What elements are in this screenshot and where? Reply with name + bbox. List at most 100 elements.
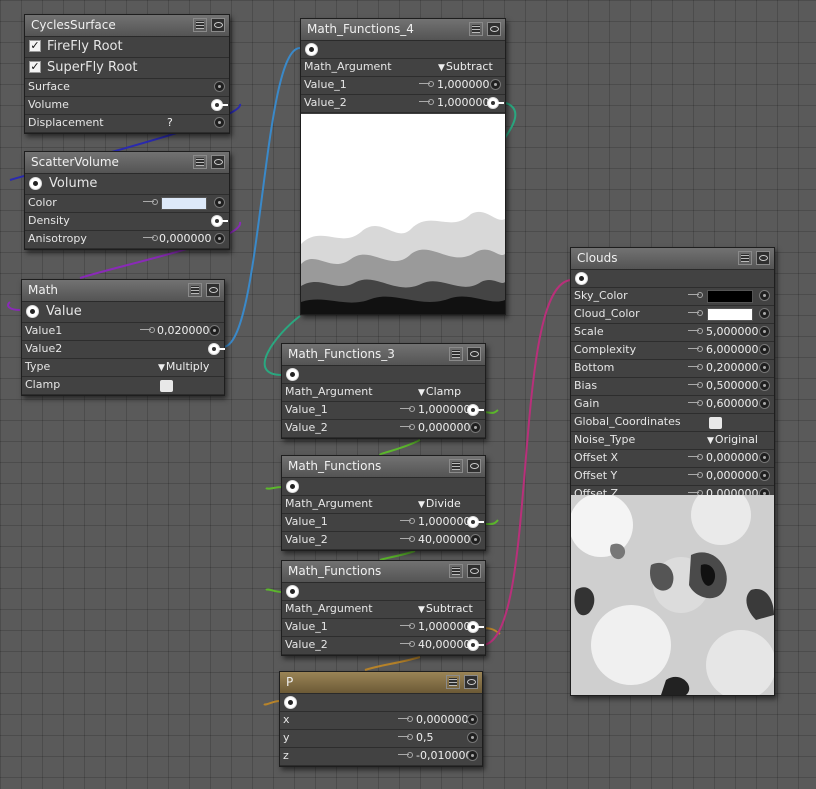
node-header[interactable]: CyclesSurface — [25, 15, 229, 37]
value1-connected-port[interactable] — [467, 621, 484, 633]
menu-icon[interactable] — [469, 22, 483, 36]
key-icon[interactable] — [143, 199, 158, 206]
preview-icon[interactable] — [487, 22, 501, 36]
node-header[interactable]: P — [280, 672, 482, 694]
z-field[interactable]: -0,010000 — [416, 749, 472, 762]
key-icon[interactable] — [688, 310, 703, 317]
key-icon[interactable] — [140, 327, 155, 334]
sky-color-socket[interactable] — [759, 290, 770, 301]
bottom-socket[interactable] — [759, 362, 770, 373]
key-icon[interactable] — [400, 623, 415, 630]
value1-field[interactable]: 1,000000 — [418, 620, 471, 633]
preview-icon[interactable] — [211, 155, 225, 169]
menu-icon[interactable] — [449, 564, 463, 578]
argument-dropdown[interactable]: Clamp — [418, 385, 461, 398]
menu-icon[interactable] — [738, 251, 752, 265]
cycles-surface-node[interactable]: CyclesSurface ✓ FireFly Root ✓ SuperFly … — [24, 14, 230, 134]
node-header[interactable]: Clouds — [571, 248, 774, 270]
value2-connected-port[interactable] — [487, 97, 504, 109]
key-icon[interactable] — [688, 364, 703, 371]
value2-socket[interactable] — [470, 422, 481, 433]
math-functions-4-node[interactable]: Math_Functions_4 Math_Argument Subtract … — [300, 18, 506, 315]
menu-icon[interactable] — [446, 675, 460, 689]
key-icon[interactable] — [688, 346, 703, 353]
offset-y-socket[interactable] — [759, 470, 770, 481]
displacement-socket[interactable] — [214, 117, 225, 128]
key-icon[interactable] — [688, 292, 703, 299]
value2-socket[interactable] — [470, 534, 481, 545]
clamp-checkbox[interactable] — [160, 380, 173, 392]
x-field[interactable]: 0,000000 — [416, 713, 469, 726]
output-port-icon[interactable] — [286, 368, 299, 381]
scale-field[interactable]: 5,000000 — [706, 325, 759, 338]
menu-icon[interactable] — [449, 459, 463, 473]
gain-field[interactable]: 0,600000 — [706, 397, 759, 410]
value1-connected-port[interactable] — [467, 516, 484, 528]
cloud-color-socket[interactable] — [759, 308, 770, 319]
output-port-icon[interactable] — [286, 480, 299, 493]
output-port-icon[interactable] — [29, 177, 42, 190]
value1-socket[interactable] — [209, 325, 220, 336]
type-dropdown[interactable]: Multiply — [158, 360, 209, 373]
value2-connected-port[interactable] — [208, 343, 225, 355]
key-icon[interactable] — [400, 641, 415, 648]
volume-connected-port[interactable] — [211, 99, 228, 111]
output-port-icon[interactable] — [26, 305, 39, 318]
value2-connected-port[interactable] — [467, 639, 484, 651]
key-icon[interactable] — [688, 382, 703, 389]
key-icon[interactable] — [419, 81, 434, 88]
cloud-color-swatch[interactable] — [707, 308, 753, 321]
preview-icon[interactable] — [206, 283, 220, 297]
key-icon[interactable] — [398, 752, 413, 759]
preview-icon[interactable] — [467, 459, 481, 473]
preview-icon[interactable] — [211, 18, 225, 32]
preview-icon[interactable] — [467, 347, 481, 361]
y-field[interactable]: 0,5 — [416, 731, 434, 744]
key-icon[interactable] — [688, 454, 703, 461]
preview-icon[interactable] — [756, 251, 770, 265]
menu-icon[interactable] — [193, 18, 207, 32]
scale-socket[interactable] — [759, 326, 770, 337]
node-header[interactable]: ScatterVolume — [25, 152, 229, 174]
noise-type-dropdown[interactable]: Original — [707, 433, 758, 446]
gain-socket[interactable] — [759, 398, 770, 409]
key-icon[interactable] — [688, 472, 703, 479]
value2-field[interactable]: 0,000000 — [418, 421, 471, 434]
value1-connected-port[interactable] — [467, 404, 484, 416]
node-header[interactable]: Math_Functions_4 — [301, 19, 505, 41]
value1-socket[interactable] — [490, 79, 501, 90]
clouds-node[interactable]: Clouds Sky_Color Cloud_Color Scale 5,000… — [570, 247, 775, 696]
value1-field[interactable]: 1,000000 — [418, 515, 471, 528]
key-icon[interactable] — [688, 400, 703, 407]
key-icon[interactable] — [688, 328, 703, 335]
sky-color-swatch[interactable] — [707, 290, 753, 303]
math-functions-divide-node[interactable]: Math_Functions Math_Argument Divide Valu… — [281, 455, 486, 551]
color-socket[interactable] — [214, 197, 225, 208]
node-header[interactable]: Math_Functions_3 — [282, 344, 485, 366]
key-icon[interactable] — [400, 536, 415, 543]
value1-field[interactable]: 0,020000 — [157, 324, 210, 337]
math-node[interactable]: Math Value Value1 0,020000 Value2 Type M… — [21, 279, 225, 396]
menu-icon[interactable] — [193, 155, 207, 169]
global-coordinates-checkbox[interactable] — [709, 417, 722, 429]
node-header[interactable]: Math_Functions — [282, 456, 485, 478]
menu-icon[interactable] — [188, 283, 202, 297]
preview-icon[interactable] — [464, 675, 478, 689]
argument-dropdown[interactable]: Subtract — [418, 602, 473, 615]
anisotropy-socket[interactable] — [214, 233, 225, 244]
x-socket[interactable] — [467, 714, 478, 725]
key-icon[interactable] — [400, 424, 415, 431]
density-connected-port[interactable] — [211, 215, 228, 227]
firefly-checkbox[interactable]: ✓ — [29, 40, 41, 52]
z-socket[interactable] — [467, 750, 478, 761]
key-icon[interactable] — [419, 99, 434, 106]
p-node[interactable]: P x 0,000000 y 0,5 z -0,010000 — [279, 671, 483, 767]
anisotropy-value[interactable]: 0,000000 — [159, 232, 212, 245]
offset-x-field[interactable]: 0,000000 — [706, 451, 759, 464]
output-port-icon[interactable] — [305, 43, 318, 56]
value1-field[interactable]: 1,000000 — [418, 403, 471, 416]
key-icon[interactable] — [143, 235, 158, 242]
value1-field[interactable]: 1,000000 — [437, 78, 490, 91]
menu-icon[interactable] — [449, 347, 463, 361]
color-swatch[interactable] — [161, 197, 207, 210]
